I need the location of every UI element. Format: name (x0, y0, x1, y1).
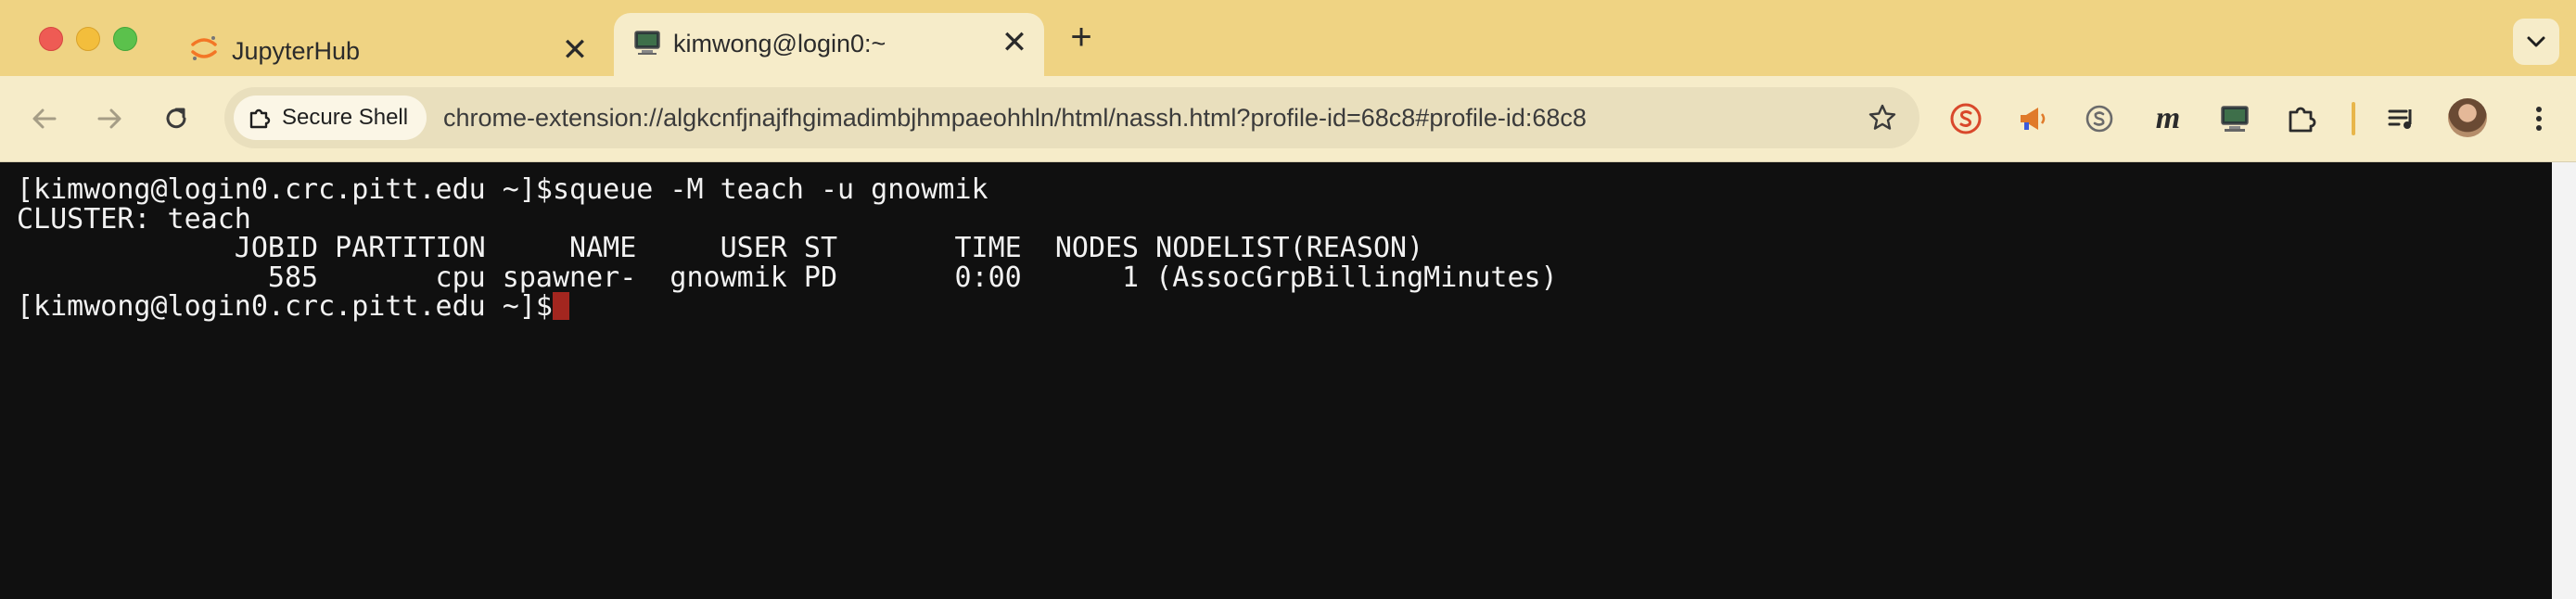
megaphone-icon[interactable] (2014, 100, 2051, 137)
bookmark-button[interactable] (1864, 99, 1901, 136)
toolbar: Secure Shell chrome-extension://algkcnfj… (0, 76, 2576, 162)
toolbar-divider (2352, 102, 2355, 135)
site-info-label: Secure Shell (282, 105, 409, 130)
star-icon (1868, 104, 1896, 130)
chevron-down-icon (2527, 36, 2545, 47)
maximize-window-button[interactable] (113, 27, 137, 51)
terminal-line: [kimwong@login0.crc.pitt.edu ~]$squeue -… (17, 173, 988, 206)
arrow-left-icon (32, 108, 57, 129)
url-text[interactable]: chrome-extension://algkcnfjnajfhgimadimb… (443, 101, 1587, 134)
tab-strip: JupyterHub ✕ kimwong@login0:~ ✕ + (0, 0, 2576, 76)
new-tab-button[interactable]: + (1065, 19, 1098, 56)
terminal-output: [kimwong@login0.crc.pitt.edu ~]$squeue -… (17, 175, 1558, 322)
puzzle-icon[interactable] (2283, 100, 2320, 137)
reload-icon (166, 108, 186, 129)
tab-search-button[interactable] (2513, 19, 2559, 65)
window-edge (2552, 162, 2576, 599)
terminal-line: 585 cpu spawner- gnowmik PD 0:00 1 (Asso… (17, 261, 1558, 294)
close-window-button[interactable] (39, 27, 63, 51)
terminal-prompt-line[interactable]: [kimwong@login0.crc.pitt.edu ~]$ (17, 292, 1558, 322)
jupyter-icon (191, 36, 217, 60)
terminal-line: CLUSTER: teach (17, 202, 251, 236)
shield-s-icon[interactable] (1947, 100, 1984, 137)
skype-icon[interactable] (2081, 100, 2118, 137)
terminal-line: JOBID PARTITION NAME USER ST TIME NODES … (17, 232, 1424, 264)
tab-title: kimwong@login0:~ (673, 30, 886, 57)
profile-avatar[interactable] (2448, 98, 2487, 137)
arrow-right-icon (97, 108, 121, 129)
site-info-chip[interactable]: Secure Shell (234, 96, 427, 140)
terminal-prompt: [kimwong@login0.crc.pitt.edu ~]$ (17, 290, 553, 323)
tab-title: JupyterHub (232, 37, 361, 65)
close-tab-icon[interactable]: ✕ (558, 33, 592, 67)
puzzle-icon (249, 108, 271, 129)
m-icon[interactable]: m (2149, 100, 2187, 137)
menu-dots-icon[interactable] (2520, 100, 2557, 137)
minimize-window-button[interactable] (76, 27, 100, 51)
terminal-screen[interactable]: [kimwong@login0.crc.pitt.edu ~]$squeue -… (0, 162, 2576, 599)
terminal-icon (634, 31, 660, 55)
back-button[interactable] (24, 98, 65, 139)
forward-button[interactable] (89, 98, 130, 139)
close-tab-icon[interactable]: ✕ (998, 26, 1031, 59)
tab-jupyterhub[interactable]: JupyterHub ✕ (172, 13, 608, 76)
terminal-icon[interactable] (2216, 100, 2253, 137)
terminal-cursor (552, 292, 569, 320)
address-bar[interactable]: Secure Shell chrome-extension://algkcnfj… (224, 87, 1919, 148)
browser-window: JupyterHub ✕ kimwong@login0:~ ✕ + Secure… (0, 0, 2576, 599)
reload-button[interactable] (156, 98, 197, 139)
playlist-icon[interactable] (2383, 100, 2420, 137)
tab-terminal[interactable]: kimwong@login0:~ ✕ (614, 13, 1044, 76)
